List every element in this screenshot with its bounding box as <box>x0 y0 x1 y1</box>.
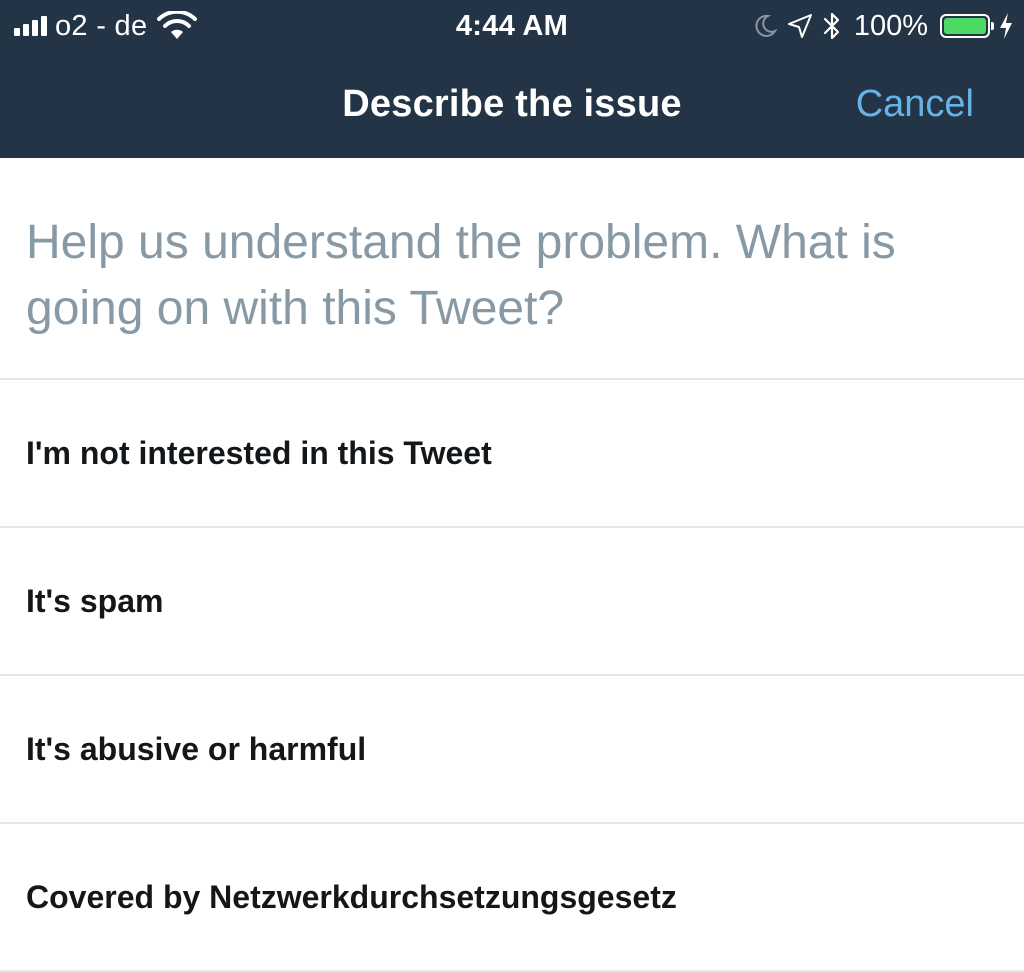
moon-icon <box>755 14 778 37</box>
charging-bolt-icon <box>1000 13 1012 39</box>
status-bar: o2 - de 4:44 AM 100% <box>0 0 1024 54</box>
option-not-interested[interactable]: I'm not interested in this Tweet <box>0 380 1024 526</box>
prompt-text: Help us understand the problem. What is … <box>26 216 896 335</box>
option-spam[interactable]: It's spam <box>0 528 1024 674</box>
battery-icon <box>940 14 994 38</box>
battery-percent: 100% <box>853 9 928 42</box>
issue-options-list: I'm not interested in this Tweet It's sp… <box>0 378 1024 972</box>
option-netzdg[interactable]: Covered by Netzwerkdurchsetzungsgesetz <box>0 824 1024 970</box>
location-arrow-icon <box>787 14 812 38</box>
status-bar-right: 100% <box>752 8 1014 44</box>
report-tweet-screen: o2 - de 4:44 AM 100% Describe the issue … <box>0 0 1024 972</box>
option-abusive-or-harmful[interactable]: It's abusive or harmful <box>0 676 1024 822</box>
header: o2 - de 4:44 AM 100% Describe the issue … <box>0 0 1024 158</box>
cancel-button[interactable]: Cancel <box>856 80 974 128</box>
bluetooth-icon <box>823 12 839 40</box>
